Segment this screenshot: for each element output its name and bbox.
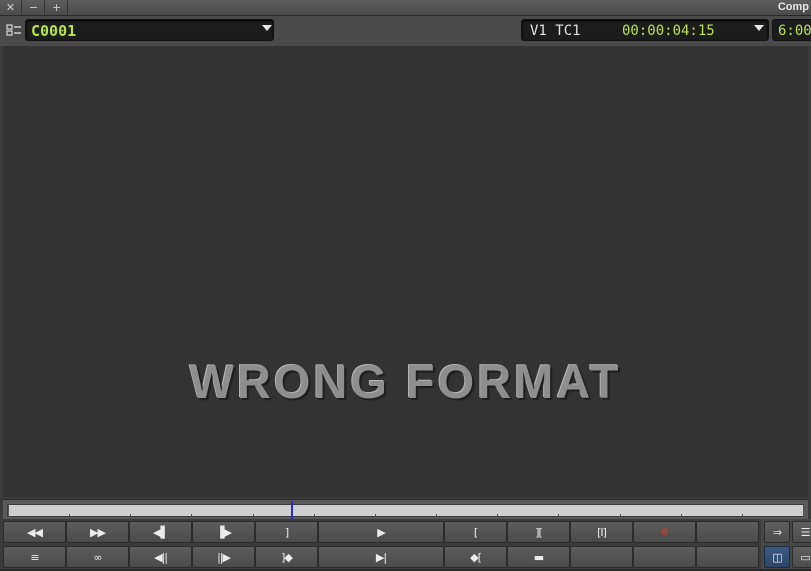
menu-button[interactable]: ☰ <box>792 521 811 543</box>
fast-forward-button[interactable]: ▶▶ <box>66 521 129 543</box>
clip-name: C0001 <box>31 22 77 40</box>
mark-clip-button[interactable]: ][ <box>507 521 570 543</box>
side-button-strip: ⇒ ☰ ◫ ▭ <box>761 519 811 571</box>
mark-out-button[interactable]: ] <box>255 521 318 543</box>
window-title-bar: ✕ − + Comp <box>0 0 811 16</box>
clear-both-marks-button[interactable]: [I] <box>570 521 633 543</box>
step-back-ten-icon: ◀|| <box>154 550 168 564</box>
wrong-format-message: WRONG FORMAT <box>189 355 622 408</box>
clip-name-menu[interactable]: C0001 <box>25 19 274 41</box>
position-tick <box>681 514 682 518</box>
mark-out-icon: ] <box>284 525 289 539</box>
rewind-icon: ◀◀ <box>27 525 43 539</box>
step-forward-ten-frames-button[interactable]: ||▶ <box>192 546 255 568</box>
monitor-header: C0001 V1 TC1 00:00:04:15 6:00 <box>0 16 811 46</box>
empty-button-slot[interactable] <box>633 546 696 568</box>
maximize-window-button[interactable]: + <box>46 0 68 15</box>
filmstrip-icon: ▬ <box>533 550 544 564</box>
position-tick <box>803 505 804 518</box>
play-icon: ▶ <box>377 525 386 539</box>
clip-list-button[interactable]: ≡ <box>3 546 66 568</box>
secondary-timecode-display[interactable]: 6:00 <box>772 19 811 41</box>
window-title: Comp <box>777 1 809 13</box>
empty-button-slot[interactable] <box>696 546 759 568</box>
secondary-timecode-value: 6:00 <box>778 23 811 39</box>
position-tick <box>375 514 376 518</box>
match-frame-icon: ⇒ <box>772 525 782 539</box>
position-tick <box>314 514 315 518</box>
position-tick <box>436 514 437 518</box>
step-back-one-frame-button[interactable]: ◀▌ <box>129 521 192 543</box>
position-bar[interactable] <box>3 499 808 519</box>
minimize-window-button[interactable]: − <box>23 0 45 15</box>
close-window-button[interactable]: ✕ <box>0 0 22 15</box>
position-tick <box>558 514 559 518</box>
frame-counter-button[interactable]: 0 <box>633 521 696 543</box>
play-button[interactable]: ▶ <box>318 521 444 543</box>
go-to-in-icon: ◆[ <box>470 550 482 564</box>
split-view-icon: ◫ <box>772 550 782 564</box>
position-tick <box>742 514 743 518</box>
split-view-button[interactable]: ◫ <box>764 546 790 568</box>
timecode-value: 00:00:04:15 <box>622 23 715 39</box>
fast-forward-icon: ▶▶ <box>90 525 106 539</box>
go-to-out-icon: ]◆ <box>281 550 293 564</box>
go-to-in-button[interactable]: ◆[ <box>444 546 507 568</box>
empty-button-slot[interactable] <box>696 521 759 543</box>
chevron-down-icon <box>754 25 764 31</box>
step-forward-ten-icon: ||▶ <box>217 550 231 564</box>
position-tick <box>8 505 9 518</box>
mark-in-button[interactable]: [ <box>444 521 507 543</box>
track-timecode-label: V1 TC1 <box>530 23 581 39</box>
position-tick <box>69 514 70 518</box>
rewind-button[interactable]: ◀◀ <box>3 521 66 543</box>
position-tick <box>191 514 192 518</box>
loop-button[interactable]: ∞ <box>66 546 129 568</box>
menu-icon: ☰ <box>800 525 811 539</box>
single-view-button[interactable]: ▭ <box>792 546 811 568</box>
step-forward-icon: ▐▶ <box>216 525 232 539</box>
position-tick <box>130 514 131 518</box>
timecode-display-menu[interactable]: V1 TC1 00:00:04:15 <box>521 19 769 41</box>
chevron-down-icon <box>262 25 272 31</box>
video-viewer: WRONG FORMAT <box>3 46 808 497</box>
clear-marks-icon: [I] <box>597 525 607 539</box>
mark-in-icon: [ <box>473 525 478 539</box>
filmstrip-button[interactable]: ▬ <box>507 546 570 568</box>
go-to-out-button[interactable]: ]◆ <box>255 546 318 568</box>
step-back-ten-frames-button[interactable]: ◀|| <box>129 546 192 568</box>
single-view-icon: ▭ <box>800 550 810 564</box>
list-icon: ≡ <box>30 550 39 564</box>
playhead[interactable] <box>291 501 293 519</box>
loop-icon: ∞ <box>93 550 102 564</box>
mark-clip-icon: ][ <box>535 525 543 539</box>
fast-menu-icon[interactable] <box>6 23 22 37</box>
match-frame-button[interactable]: ⇒ <box>764 521 790 543</box>
position-tick <box>620 514 621 518</box>
position-tick <box>253 514 254 518</box>
play-in-to-out-icon: ▶| <box>375 550 387 564</box>
position-tick <box>497 514 498 518</box>
play-in-to-out-button[interactable]: ▶| <box>318 546 444 568</box>
empty-button-slot[interactable] <box>570 546 633 568</box>
frame-counter: 0 <box>661 526 668 538</box>
step-back-icon: ◀▌ <box>153 525 169 539</box>
step-forward-one-frame-button[interactable]: ▐▶ <box>192 521 255 543</box>
position-track[interactable] <box>7 501 804 519</box>
